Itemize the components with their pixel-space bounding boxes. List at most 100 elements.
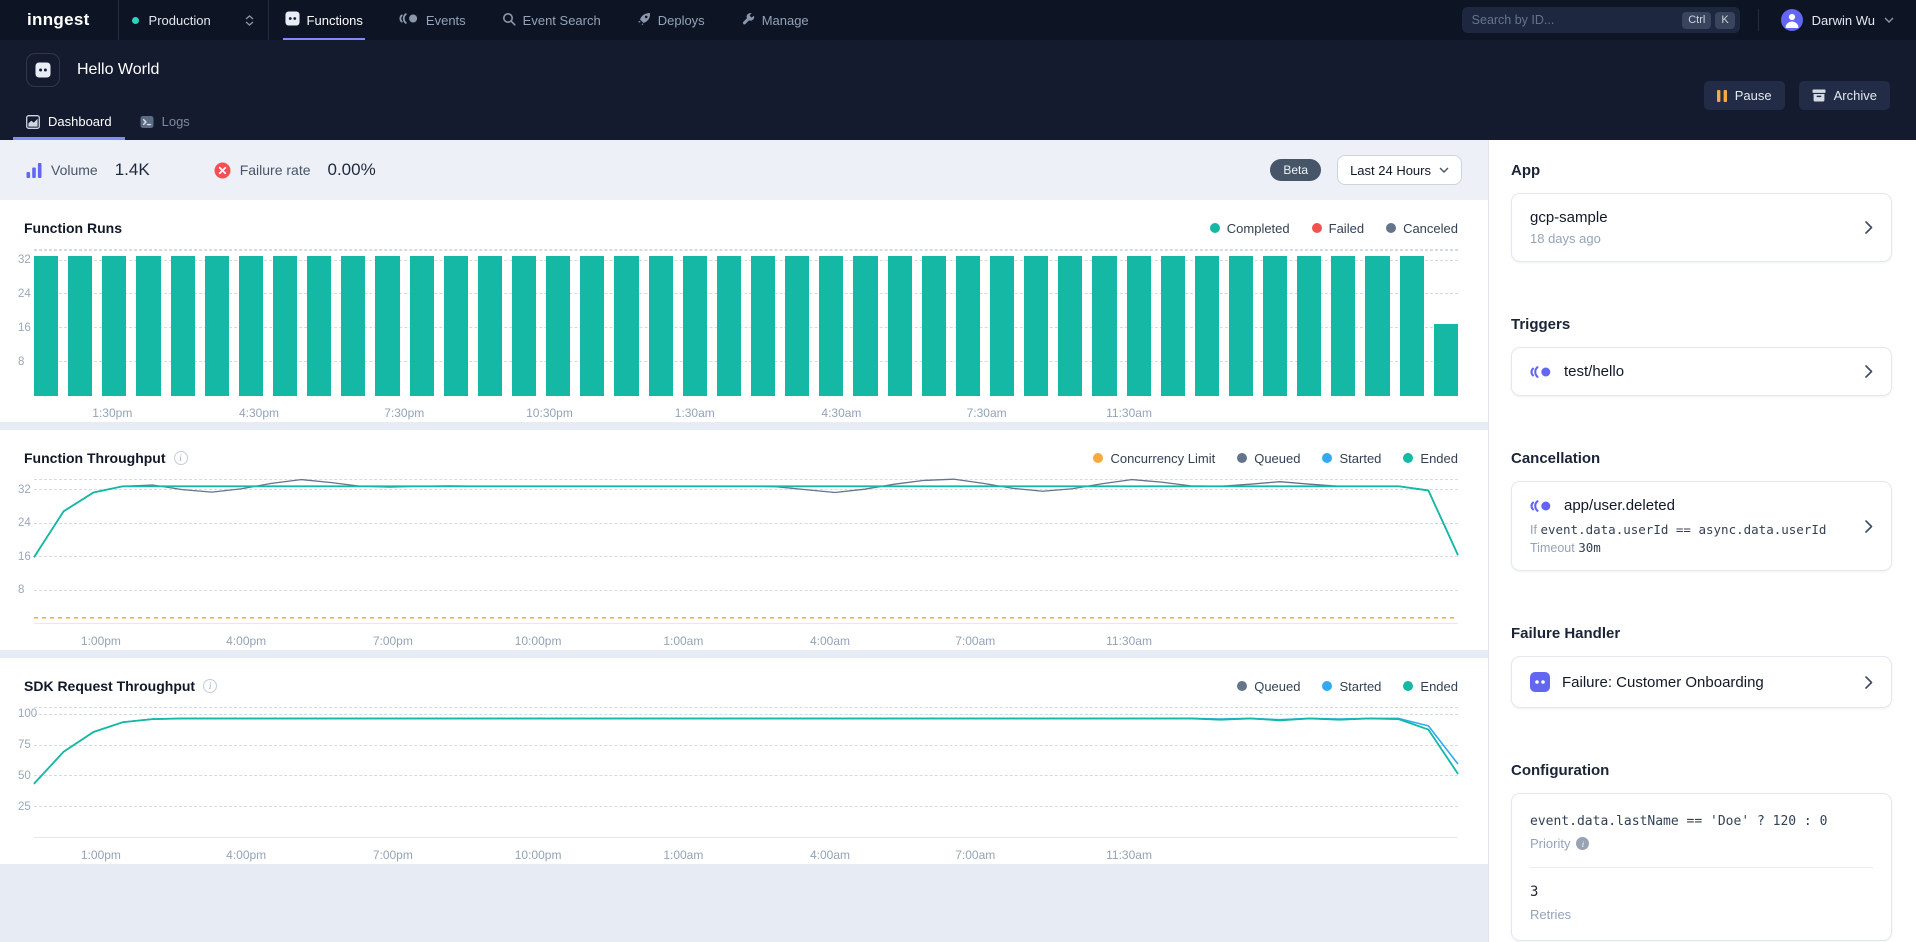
volume-value: 1.4K <box>115 160 150 180</box>
chevron-down-icon <box>1439 167 1449 173</box>
legend-item-ended[interactable]: Ended <box>1403 679 1458 694</box>
nav-label: Functions <box>307 13 363 28</box>
info-icon[interactable]: i <box>1576 837 1589 850</box>
legend-label: Started <box>1339 679 1381 694</box>
chart-header: Function Throughput i Concurrency LimitQ… <box>0 430 1488 466</box>
priority-expression: event.data.lastName == 'Doe' ? 120 : 0 <box>1530 814 1873 829</box>
legend-item-queued[interactable]: Queued <box>1237 679 1300 694</box>
cancellation-card[interactable]: app/user.deleted If event.data.userId ==… <box>1511 481 1892 571</box>
nav-item-events[interactable]: Events <box>399 0 466 40</box>
bar-completed <box>956 256 980 396</box>
failure-rate-stat: Failure rate 0.00% <box>214 160 376 180</box>
app-card[interactable]: gcp-sample 18 days ago <box>1511 193 1892 262</box>
legend-label: Queued <box>1254 451 1300 466</box>
rocket-icon <box>637 12 651 29</box>
legend-dot <box>1322 453 1332 463</box>
legend-item-completed[interactable]: Completed <box>1210 221 1290 236</box>
x-tick-label: 4:00am <box>810 634 850 648</box>
nav-item-deploys[interactable]: Deploys <box>637 0 705 40</box>
legend-item-concurrency-limit[interactable]: Concurrency Limit <box>1093 451 1215 466</box>
bar-completed <box>1331 256 1355 396</box>
trigger-name: test/hello <box>1564 363 1624 380</box>
chevron-down-icon <box>1884 17 1894 23</box>
archive-label: Archive <box>1834 88 1877 103</box>
pause-button[interactable]: Pause <box>1704 81 1785 110</box>
info-icon[interactable]: i <box>203 679 217 693</box>
event-icon <box>1530 365 1552 379</box>
failure-rate-value: 0.00% <box>328 160 376 180</box>
wrench-icon <box>741 12 755 29</box>
bar-completed <box>1161 256 1185 396</box>
y-tick-label: 24 <box>18 289 31 301</box>
x-tick-label: 11:30am <box>1106 634 1152 648</box>
cancellation-if-row: If event.data.userId == async.data.userI… <box>1530 522 1853 537</box>
legend-item-ended[interactable]: Ended <box>1403 451 1458 466</box>
legend-label: Failed <box>1329 221 1364 236</box>
retries-value: 3 <box>1530 884 1873 900</box>
nav-item-event-search[interactable]: Event Search <box>502 0 601 40</box>
y-tick-label: 24 <box>18 518 31 530</box>
legend-item-canceled[interactable]: Canceled <box>1386 221 1458 236</box>
bar-completed <box>1365 256 1389 396</box>
legend-item-queued[interactable]: Queued <box>1237 451 1300 466</box>
info-icon[interactable]: i <box>174 451 188 465</box>
global-search[interactable]: Ctrl K <box>1462 7 1740 33</box>
chart-plot-area: 8162432 <box>34 250 1458 396</box>
legend-label: Completed <box>1227 221 1290 236</box>
chart-legend: Queued Started Ended <box>1237 679 1458 694</box>
tab-dashboard[interactable]: Dashboard <box>26 114 112 140</box>
bar-completed <box>341 256 365 396</box>
y-tick-label: 50 <box>18 771 31 783</box>
bar-completed <box>34 256 58 396</box>
bar-completed <box>375 256 399 396</box>
archive-button[interactable]: Archive <box>1799 81 1890 110</box>
function-throughput-chart: Function Throughput i Concurrency LimitQ… <box>0 430 1488 650</box>
search-input[interactable] <box>1472 13 1622 27</box>
user-name: Darwin Wu <box>1812 13 1875 28</box>
tab-logs[interactable]: Logs <box>140 114 190 140</box>
chart-legend: Concurrency Limit Queued Started Ended <box>1093 451 1458 466</box>
volume-icon <box>26 163 42 178</box>
stats-right: Beta Last 24 Hours <box>1270 155 1462 185</box>
x-tick-label: 10:30pm <box>526 406 573 420</box>
nav-item-manage[interactable]: Manage <box>741 0 809 40</box>
x-tick-label: 11:30am <box>1106 406 1152 420</box>
timeout-value: 30m <box>1578 540 1601 555</box>
nav-item-functions[interactable]: Functions <box>285 0 363 40</box>
bar-completed <box>273 256 297 396</box>
bar-completed <box>1024 256 1048 396</box>
legend-label: Queued <box>1254 679 1300 694</box>
legend-item-started[interactable]: Started <box>1322 451 1381 466</box>
legend-label: Started <box>1339 451 1381 466</box>
time-range-dropdown[interactable]: Last 24 Hours <box>1337 155 1462 185</box>
chart-header: Function Runs CompletedFailedCanceled <box>0 200 1488 236</box>
cancellation-timeout-row: Timeout 30m <box>1530 540 1853 555</box>
y-tick-label: 8 <box>18 585 24 597</box>
trigger-card[interactable]: test/hello <box>1511 347 1892 396</box>
legend-label: Concurrency Limit <box>1110 451 1215 466</box>
nav-right: Ctrl K Darwin Wu <box>1462 0 1916 40</box>
legend-item-started[interactable]: Started <box>1322 679 1381 694</box>
environment-switcher[interactable]: Production <box>119 0 269 40</box>
sdk-request-throughput-chart: SDK Request Throughput i QueuedStartedEn… <box>0 658 1488 864</box>
pause-icon <box>1717 90 1727 102</box>
series-ended <box>34 718 1458 783</box>
x-tick-label: 1:00am <box>663 634 703 648</box>
legend-item-failed[interactable]: Failed <box>1312 221 1364 236</box>
volume-stat: Volume 1.4K <box>26 160 150 180</box>
inngest-logo[interactable]: inngest <box>0 0 119 40</box>
user-menu[interactable]: Darwin Wu <box>1758 9 1916 31</box>
bar-completed <box>614 256 638 396</box>
line-series-canvas <box>34 708 1458 838</box>
tab-label: Logs <box>162 114 190 129</box>
failure-handler-card[interactable]: Failure: Customer Onboarding <box>1511 656 1892 708</box>
x-tick-label: 10:00pm <box>515 848 562 862</box>
function-tabs: Dashboard Logs <box>26 114 190 140</box>
chart-plot-area: 8162432 <box>34 480 1458 624</box>
app-section: App gcp-sample 18 days ago <box>1511 162 1892 262</box>
retries-label: Retries <box>1530 907 1873 922</box>
event-icon <box>1530 499 1552 513</box>
bar-completed <box>307 256 331 396</box>
bar-completed <box>171 256 195 396</box>
x-tick-label: 7:00am <box>955 634 995 648</box>
